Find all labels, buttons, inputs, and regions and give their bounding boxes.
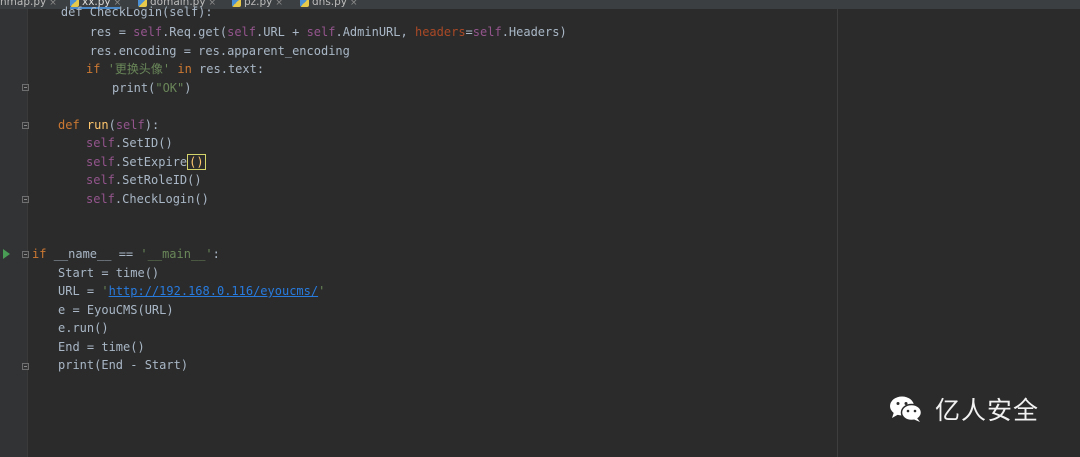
code-line[interactable]: print(End - Start): [58, 356, 188, 374]
python-file-icon: [300, 0, 309, 7]
code-line[interactable]: e.run(): [58, 319, 109, 337]
code-line[interactable]: res.encoding = res.apparent_encoding: [32, 42, 350, 60]
code-line[interactable]: self.SetID(): [86, 134, 173, 152]
code-line[interactable]: self.SetRoleID(): [86, 171, 202, 189]
close-icon[interactable]: ×: [350, 0, 358, 8]
close-icon[interactable]: ×: [275, 0, 283, 8]
line-gutter: [0, 9, 27, 457]
fold-marker-icon[interactable]: [22, 251, 29, 258]
run-icon[interactable]: [3, 249, 10, 259]
fold-marker-icon[interactable]: [22, 196, 29, 203]
tab-pz[interactable]: pz.py ×: [232, 0, 283, 9]
code-line[interactable]: def CheckLogin(self):: [32, 3, 213, 21]
code-line[interactable]: print("OK"): [112, 79, 192, 97]
bracket-highlight: (): [187, 154, 206, 170]
code-line[interactable]: if '更换头像' in res.text:: [86, 60, 264, 78]
watermark: 亿人安全: [889, 389, 1039, 429]
watermark-text: 亿人安全: [935, 396, 1040, 425]
code-line[interactable]: if __name__ == '__main__':: [32, 245, 220, 263]
tab-dns[interactable]: dns.py ×: [300, 0, 358, 9]
fold-marker-icon[interactable]: [22, 84, 29, 91]
code-line[interactable]: e = EyouCMS(URL): [58, 301, 174, 319]
wechat-icon: [889, 395, 923, 423]
code-line[interactable]: End = time(): [58, 338, 145, 356]
code-line[interactable]: URL = 'http://192.168.0.116/eyoucms/': [58, 282, 325, 300]
code-line[interactable]: res = self.Req.get(self.URL + self.Admin…: [32, 23, 567, 41]
gutter-divider: [27, 9, 28, 457]
fold-marker-icon[interactable]: [22, 363, 29, 370]
code-line[interactable]: self.CheckLogin(): [86, 190, 209, 208]
code-line[interactable]: self.SetExpire(): [86, 153, 206, 171]
code-line[interactable]: Start = time(): [58, 264, 159, 282]
python-file-icon: [232, 0, 241, 7]
url-link[interactable]: http://192.168.0.116/eyoucms/: [109, 284, 319, 298]
fold-marker-icon[interactable]: [22, 122, 29, 129]
code-line[interactable]: def run(self):: [58, 116, 159, 134]
right-margin-guide: [837, 9, 838, 457]
